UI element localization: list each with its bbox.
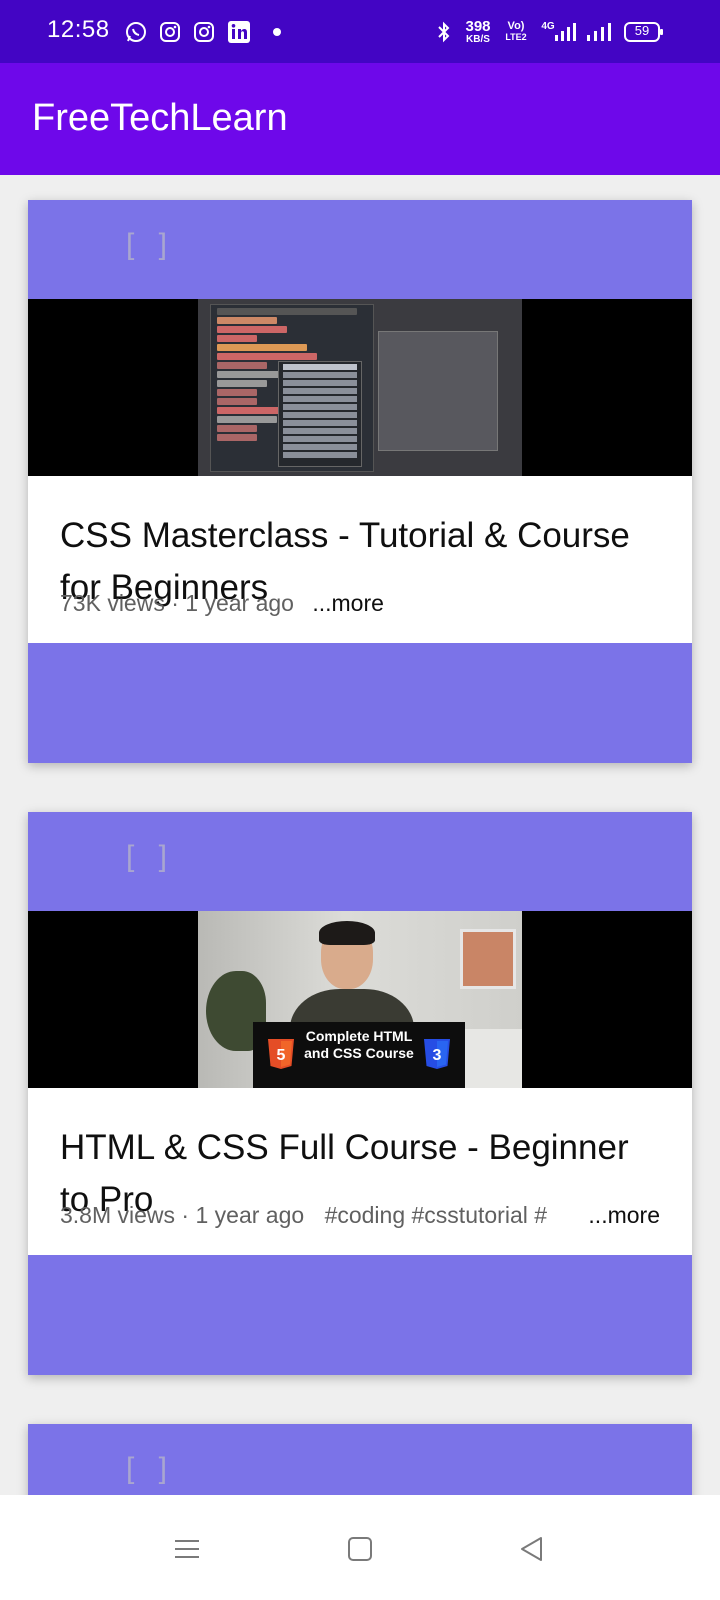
video-stats: 73K views · 1 year ago bbox=[60, 590, 294, 616]
instagram-icon bbox=[192, 18, 216, 46]
presenter-thumbnail-image: 5 Complete HTML and CSS Course 3 bbox=[198, 911, 522, 1088]
home-square-icon[interactable] bbox=[342, 1531, 378, 1567]
app-bar: FreeTechLearn bbox=[0, 63, 720, 175]
network-speed-indicator: 398 KB/S bbox=[465, 18, 491, 45]
image-placeholder-icon: [ ] bbox=[126, 1452, 176, 1485]
app-title: FreeTechLearn bbox=[32, 97, 288, 139]
whatsapp-icon bbox=[124, 18, 148, 46]
thumbnail-caption: Complete HTML and CSS Course bbox=[304, 1028, 414, 1061]
system-nav-bar bbox=[0, 1495, 720, 1600]
video-card[interactable]: [ ] bbox=[28, 1424, 692, 1495]
back-triangle-icon[interactable] bbox=[514, 1531, 550, 1567]
image-placeholder-icon: [ ] bbox=[126, 228, 176, 261]
video-thumbnail[interactable] bbox=[28, 299, 692, 476]
video-hashtags: #coding #csstutorial # bbox=[324, 1202, 548, 1228]
video-info[interactable]: CSS Masterclass - Tutorial & Course for … bbox=[28, 476, 692, 643]
video-feed[interactable]: [ ] CSS Masterclass - Tutorial & Course … bbox=[0, 175, 720, 1495]
menu-icon[interactable] bbox=[169, 1531, 205, 1567]
card-bottom-band bbox=[28, 643, 692, 763]
video-card[interactable]: [ ] bbox=[28, 200, 692, 763]
code-editor-thumbnail-image bbox=[198, 299, 522, 476]
instagram-icon bbox=[158, 18, 182, 46]
svg-text:5: 5 bbox=[277, 1047, 286, 1064]
signal-strength-icon bbox=[584, 18, 614, 46]
video-stats: 3.8M views · 1 year ago bbox=[60, 1202, 305, 1228]
video-card[interactable]: [ ] 5 Complete HTML and CSS Course 3 HTM… bbox=[28, 812, 692, 1375]
svg-text:3: 3 bbox=[433, 1047, 442, 1064]
battery-level: 59 bbox=[634, 23, 650, 38]
video-info[interactable]: HTML & CSS Full Course - Beginner to Pro… bbox=[28, 1088, 692, 1255]
more-notifications-dot-icon bbox=[272, 18, 282, 46]
status-time: 12:58 bbox=[47, 16, 110, 43]
video-thumbnail[interactable]: 5 Complete HTML and CSS Course 3 bbox=[28, 911, 692, 1088]
battery-icon: 59 bbox=[624, 18, 664, 46]
thumbnail-banner: 5 Complete HTML and CSS Course 3 bbox=[253, 1022, 465, 1088]
more-button[interactable]: ...more bbox=[588, 1202, 660, 1229]
card-top-band: [ ] bbox=[28, 812, 692, 911]
volte-indicator: Vo) LTE2 bbox=[505, 20, 527, 43]
card-top-band: [ ] bbox=[28, 1424, 692, 1495]
signal-strength-icon bbox=[552, 18, 578, 46]
linkedin-icon bbox=[226, 18, 252, 46]
card-bottom-band bbox=[28, 1255, 692, 1375]
video-meta: 3.8M views · 1 year ago #coding #csstuto… bbox=[60, 1202, 660, 1229]
image-placeholder-icon: [ ] bbox=[126, 840, 176, 873]
html5-logo-icon: 5 bbox=[268, 1039, 294, 1069]
bluetooth-icon bbox=[434, 18, 454, 46]
card-top-band: [ ] bbox=[28, 200, 692, 299]
video-meta: 73K views · 1 year ago ...more bbox=[60, 590, 660, 617]
css3-logo-icon: 3 bbox=[424, 1039, 450, 1069]
status-bar: 12:58 398 KB/S Vo) LTE2 4G 59 bbox=[0, 0, 720, 63]
more-button[interactable]: ...more bbox=[312, 590, 384, 616]
